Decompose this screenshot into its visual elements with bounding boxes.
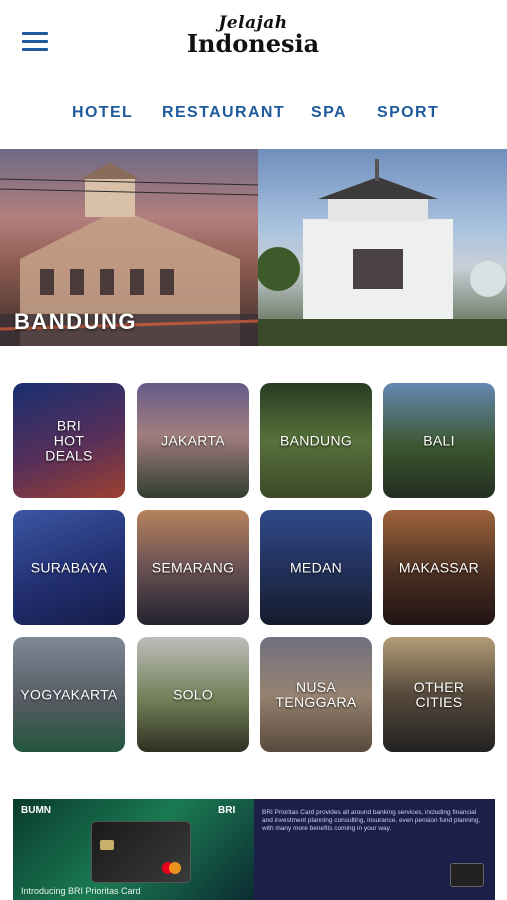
- tile-label: SEMARANG: [151, 559, 235, 575]
- tile-label: SOLO: [172, 686, 214, 702]
- logo-main-text: Indonesia: [186, 29, 320, 58]
- bri-prioritas-promo-banner[interactable]: BUMN BRI Introducing BRI Prioritas Card …: [13, 799, 495, 900]
- credit-card-image: [91, 821, 191, 883]
- nav-sport[interactable]: SPORT: [377, 104, 439, 122]
- promo-description: BRI Prioritas Card provides all around b…: [262, 809, 481, 832]
- promo-caption: Introducing BRI Prioritas Card: [21, 886, 141, 896]
- bri-logo: BRI: [218, 805, 236, 816]
- tile-label: MEDAN: [289, 559, 343, 575]
- tile-jakarta[interactable]: JAKARTA: [137, 383, 249, 498]
- app-header: Jelajah Indonesia: [0, 0, 507, 85]
- tile-surabaya[interactable]: SURABAYA: [13, 510, 125, 625]
- nav-restaurant[interactable]: RESTAURANT: [162, 104, 285, 122]
- tile-solo[interactable]: SOLO: [137, 637, 249, 752]
- tile-label: SURABAYA: [30, 559, 108, 575]
- tile-medan[interactable]: MEDAN: [260, 510, 372, 625]
- tile-makassar[interactable]: MAKASSAR: [383, 510, 495, 625]
- tile-bri-hot-deals[interactable]: BRI HOT DEALS: [13, 383, 125, 498]
- hamburger-menu-icon[interactable]: [22, 32, 48, 52]
- tile-label: OTHER CITIES: [413, 678, 465, 710]
- tile-label: BRI HOT DEALS: [45, 417, 93, 463]
- app-logo: Jelajah Indonesia: [178, 14, 328, 64]
- nav-spa[interactable]: SPA: [311, 104, 347, 122]
- tile-bandung[interactable]: BANDUNG: [260, 383, 372, 498]
- category-nav: HOTEL RESTAURANT SPA SPORT: [0, 100, 507, 130]
- bumn-logo: BUMN: [21, 805, 51, 816]
- tile-label: NUSA TENGGARA: [275, 678, 357, 710]
- tile-label: BANDUNG: [279, 432, 353, 448]
- tile-label: JAKARTA: [161, 432, 225, 448]
- tile-other-cities[interactable]: OTHER CITIES: [383, 637, 495, 752]
- card-chip-icon: [100, 840, 114, 850]
- tile-yogyakarta[interactable]: YOGYAKARTA: [13, 637, 125, 752]
- mini-card-icon: [450, 863, 484, 887]
- featured-city-banner[interactable]: BANDUNG: [0, 149, 507, 346]
- banner-title: BANDUNG: [14, 309, 137, 334]
- tile-label: MAKASSAR: [398, 559, 480, 575]
- promo-left-panel: BUMN BRI Introducing BRI Prioritas Card: [13, 799, 254, 900]
- tile-bali[interactable]: BALI: [383, 383, 495, 498]
- promo-right-panel: BRI Prioritas Card provides all around b…: [254, 799, 495, 900]
- tile-semarang[interactable]: SEMARANG: [137, 510, 249, 625]
- tile-nusa-tenggara[interactable]: NUSA TENGGARA: [260, 637, 372, 752]
- nav-hotel[interactable]: HOTEL: [72, 104, 133, 122]
- banner-image-right: [256, 149, 507, 346]
- gedung-sate-illustration: [256, 159, 507, 346]
- tile-label: YOGYAKARTA: [20, 686, 118, 702]
- tile-label: BALI: [423, 432, 455, 448]
